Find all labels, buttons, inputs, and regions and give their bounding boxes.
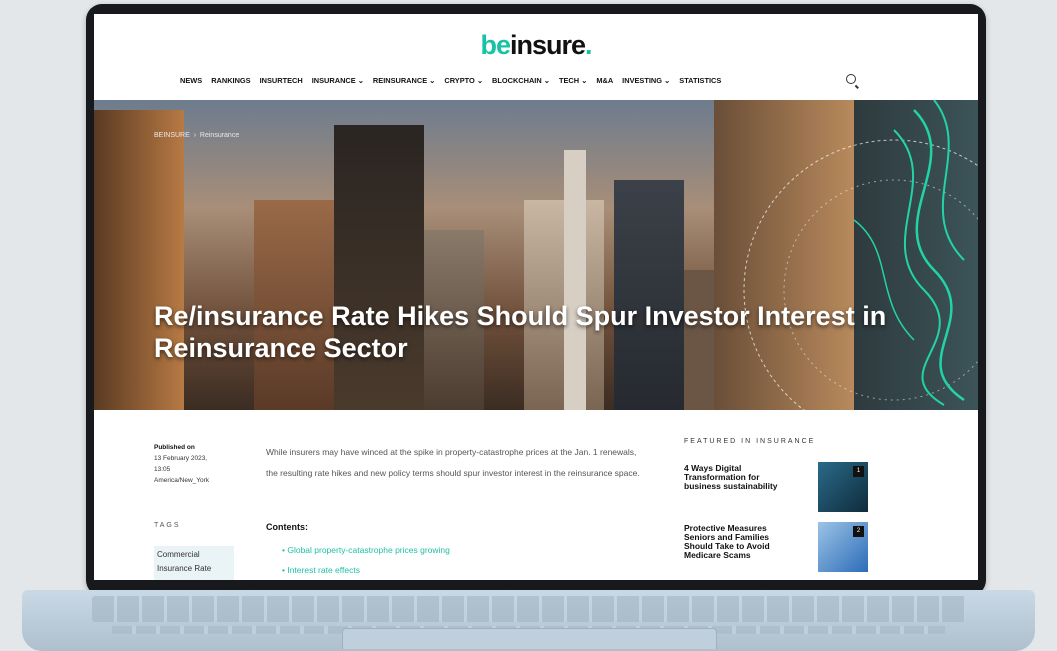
contents-list: Global property-catastrophe prices growi… <box>282 540 450 580</box>
hero-image: BEINSURE › Reinsurance Re/insurance Rate… <box>94 100 978 410</box>
nav-crypto[interactable]: CRYPTO ⌄ <box>444 76 483 85</box>
contents-link[interactable]: Global property-catastrophe prices growi… <box>282 540 450 560</box>
building <box>614 180 684 410</box>
nav-reinsurance[interactable]: REINSURANCE ⌄ <box>373 76 435 85</box>
laptop-base <box>22 590 1035 651</box>
tag-item[interactable]: Commercial Insurance Rate <box>154 546 234 580</box>
publish-info: Published on 13 February 2023, 13:05 Ame… <box>154 442 209 486</box>
site-logo[interactable]: beinsure. <box>94 30 978 61</box>
contents-link[interactable]: Interest rate effects <box>282 560 450 580</box>
nav-insurtech[interactable]: INSURTECH <box>260 76 303 85</box>
featured-item-title[interactable]: Protective Measures Seniors and Families… <box>684 524 794 560</box>
search-icon[interactable] <box>846 74 856 84</box>
featured-heading: FEATURED IN INSURANCE <box>684 438 816 445</box>
trackpad <box>342 628 717 649</box>
building-left <box>94 110 184 410</box>
featured-item-title[interactable]: 4 Ways Digital Transformation for busine… <box>684 464 794 491</box>
nav-rankings[interactable]: RANKINGS <box>211 76 250 85</box>
breadcrumb-home[interactable]: BEINSURE <box>154 132 190 139</box>
featured-thumbnail[interactable]: 1 <box>818 462 868 512</box>
published-time: 13:05 <box>154 466 171 473</box>
browser-screen: beinsure. NEWS RANKINGS INSURTECH INSURA… <box>94 14 978 580</box>
main-nav: NEWS RANKINGS INSURTECH INSURANCE ⌄ REIN… <box>180 76 721 85</box>
article-intro: While insurers may have winced at the sp… <box>266 447 640 478</box>
nav-statistics[interactable]: STATISTICS <box>679 76 721 85</box>
nav-insurance[interactable]: INSURANCE ⌄ <box>312 76 364 85</box>
published-timezone: America/New_York <box>154 477 210 484</box>
breadcrumb-separator: › <box>193 132 197 139</box>
nav-news[interactable]: NEWS <box>180 76 202 85</box>
featured-thumbnail[interactable]: 2 <box>818 522 868 572</box>
building <box>564 150 586 410</box>
published-date: 13 February 2023, <box>154 455 208 462</box>
contents-heading: Contents: <box>266 522 308 532</box>
keyboard <box>92 596 965 622</box>
article-title: Re/insurance Rate Hikes Should Spur Inve… <box>154 301 887 363</box>
building-dark <box>334 125 424 410</box>
breadcrumb-current[interactable]: Reinsurance <box>200 132 239 139</box>
tags-heading: TAGS <box>154 522 181 529</box>
published-label: Published on <box>154 444 195 451</box>
nav-tech[interactable]: TECH ⌄ <box>559 76 587 85</box>
rank-badge: 2 <box>853 526 864 537</box>
rank-badge: 1 <box>853 466 864 477</box>
nav-ma[interactable]: M&A <box>596 76 613 85</box>
breadcrumb: BEINSURE › Reinsurance <box>154 132 239 139</box>
nav-blockchain[interactable]: BLOCKCHAIN ⌄ <box>492 76 550 85</box>
nav-investing[interactable]: INVESTING ⌄ <box>622 76 670 85</box>
